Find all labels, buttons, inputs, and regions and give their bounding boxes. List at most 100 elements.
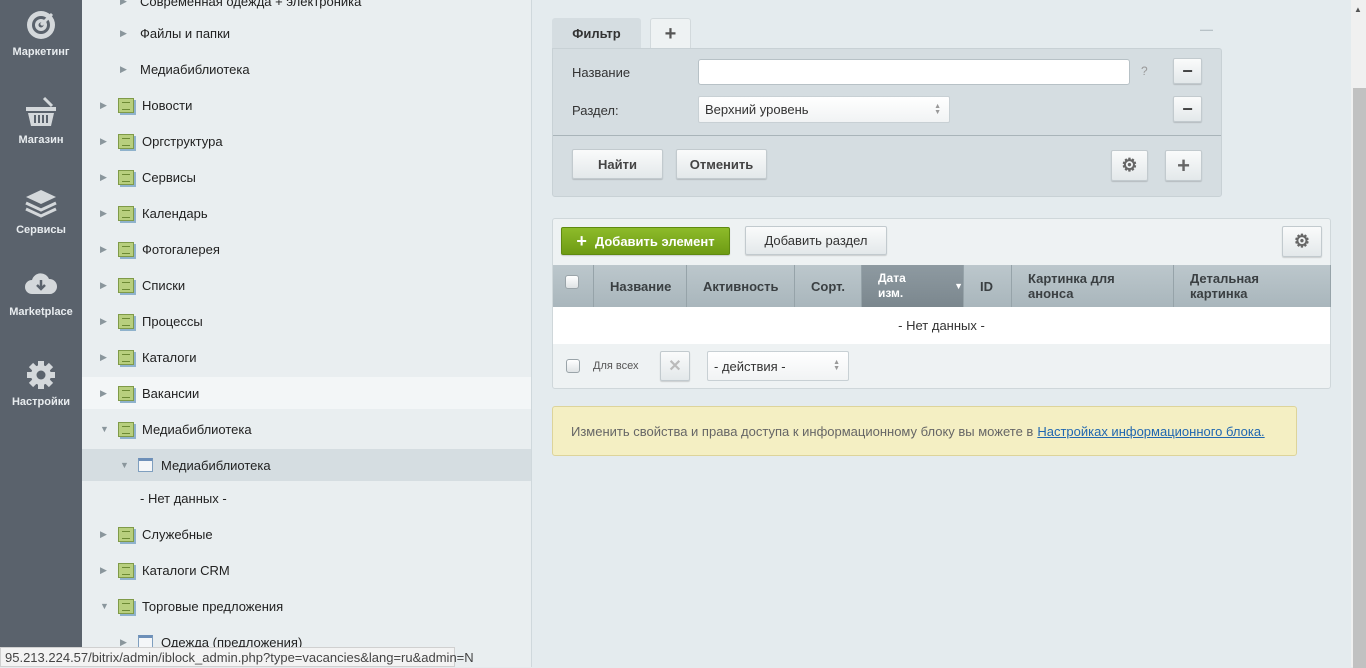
expand-arrow-icon[interactable]: ▶ [100, 136, 110, 147]
expand-arrow-icon[interactable]: ▶ [100, 316, 110, 327]
section-select[interactable]: Верхний уровень ▲ ▼ [698, 96, 950, 123]
add-section-button[interactable]: Добавить раздел [745, 226, 887, 255]
add-filter-field-button[interactable]: + [1165, 150, 1202, 181]
name-input[interactable] [698, 59, 1130, 85]
iblock-type-icon [118, 385, 134, 401]
expand-arrow-icon[interactable]: ▶ [100, 529, 110, 540]
tree-item[interactable]: ▶ Каталоги CRM [82, 554, 531, 586]
remove-section-field-button[interactable]: − [1173, 96, 1202, 122]
add-element-label: Добавить элемент [594, 233, 715, 249]
element-grid: + Добавить элемент Добавить раздел ⚙ Назв… [552, 218, 1331, 389]
menu-marketing[interactable]: Маркетинг [0, 8, 82, 58]
iblock-tree: ▶ Современная одежда + электроника ▶ Файлы … [82, 0, 532, 667]
tree-item[interactable]: ▶ Каталоги [82, 341, 531, 373]
select-arrows-icon: ▲ ▼ [833, 359, 840, 372]
tree-item-label: Сервисы [142, 169, 196, 185]
find-button[interactable]: Найти [572, 149, 663, 179]
name-label: Название [572, 65, 631, 80]
tree-item[interactable]: ▶ Фотогалерея [82, 233, 531, 265]
expand-arrow-icon[interactable]: ▶ [100, 100, 110, 111]
tree-item[interactable]: ▶ Оргструктура [82, 125, 531, 157]
add-filter-tab-button[interactable]: + [650, 18, 691, 49]
menu-label: Сервисы [16, 224, 66, 236]
tree-item[interactable]: ▶ Календарь [82, 197, 531, 229]
iblock-type-icon [118, 562, 134, 578]
menu-shop[interactable]: Магазин [0, 96, 82, 146]
menu-label: Маркетинг [12, 46, 70, 58]
iblock-icon [138, 458, 153, 472]
plus-icon: + [576, 230, 587, 251]
tree-item[interactable]: ▶ Современная одежда + электроника [82, 0, 531, 17]
scroll-up-icon[interactable]: ▲ [1354, 5, 1362, 14]
expand-arrow-icon[interactable]: ▶ [100, 208, 110, 219]
iblock-type-icon [118, 241, 134, 257]
header-select-all [553, 265, 594, 307]
tree-item[interactable]: ▼ Медиабиблиотека [82, 413, 531, 445]
gear-icon: ⚙ [1293, 231, 1311, 251]
column-preview-picture[interactable]: Картинка для анонса [1012, 265, 1174, 307]
tree-item-label: Каталоги CRM [142, 562, 230, 578]
tree-item[interactable]: ▼ Медиабиблиотека [82, 449, 531, 481]
expand-arrow-icon[interactable]: ▶ [100, 388, 110, 399]
collapse-arrow-icon[interactable]: ▼ [100, 424, 110, 434]
select-all-checkbox[interactable] [565, 275, 579, 289]
collapse-filter-button[interactable]: — [1200, 22, 1213, 37]
status-bar-url: 95.213.224.57/bitrix/admin/iblock_admin.… [0, 647, 474, 667]
collapse-arrow-icon[interactable]: ▼ [120, 460, 130, 470]
vertical-scrollbar[interactable]: ▲ [1351, 0, 1366, 668]
tree-item-label: Медиабиблиотека [140, 61, 250, 77]
expand-arrow-icon[interactable]: ▶ [100, 280, 110, 291]
tree-item[interactable]: - Нет данных - [82, 482, 531, 514]
expand-arrow-icon[interactable]: ▶ [120, 637, 130, 648]
tab-filter[interactable]: Фильтр [552, 18, 641, 49]
tree-item-label: Календарь [142, 205, 208, 221]
cancel-button[interactable]: Отменить [676, 149, 767, 179]
menu-marketplace[interactable]: Marketplace [0, 268, 82, 318]
column-sort[interactable]: Сорт. [795, 265, 862, 307]
iblock-type-icon [118, 526, 134, 542]
expand-arrow-icon[interactable]: ▶ [120, 28, 130, 39]
actions-value: - действия - [714, 358, 786, 374]
actions-select[interactable]: - действия - ▲ ▼ [707, 351, 849, 381]
info-note: Изменить свойства и права доступа к инфо… [552, 406, 1297, 456]
column-id[interactable]: ID [964, 265, 1012, 307]
expand-arrow-icon[interactable]: ▶ [120, 0, 130, 7]
tree-item[interactable]: ▶ Файлы и папки [82, 17, 531, 49]
iblock-type-icon [118, 349, 134, 365]
column-detail-picture[interactable]: Детальная картинка [1174, 265, 1331, 307]
expand-arrow-icon[interactable]: ▶ [100, 244, 110, 255]
note-text: Изменить свойства и права доступа к инфо… [571, 423, 1034, 439]
expand-arrow-icon[interactable]: ▶ [100, 565, 110, 576]
target-icon [27, 11, 55, 39]
delete-button[interactable]: ✕ [660, 351, 690, 381]
add-element-button[interactable]: + Добавить элемент [561, 227, 730, 255]
tree-item[interactable]: ▶ Сервисы [82, 161, 531, 193]
column-name[interactable]: Название [594, 265, 687, 307]
iblock-settings-link[interactable]: Настройках информационного блока. [1037, 424, 1264, 439]
tree-item[interactable]: ▶ Служебные [82, 518, 531, 550]
remove-name-field-button[interactable]: − [1173, 58, 1202, 84]
expand-arrow-icon[interactable]: ▶ [100, 352, 110, 363]
tree-item[interactable]: ▶ Вакансии [82, 377, 531, 409]
menu-settings[interactable]: Настройки [0, 358, 82, 408]
section-value: Верхний уровень [705, 102, 809, 117]
scrollbar-thumb[interactable] [1353, 88, 1366, 668]
tree-item[interactable]: ▶ Процессы [82, 305, 531, 337]
collapse-arrow-icon[interactable]: ▼ [100, 601, 110, 611]
column-active[interactable]: Активность [687, 265, 795, 307]
expand-arrow-icon[interactable]: ▶ [100, 172, 110, 183]
for-all-checkbox[interactable] [566, 359, 580, 373]
grid-settings-button[interactable]: ⚙ [1282, 226, 1322, 257]
tree-item[interactable]: ▶ Новости [82, 89, 531, 121]
expand-arrow-icon[interactable]: ▶ [120, 64, 130, 75]
tree-item[interactable]: ▶ Медиабиблиотека [82, 53, 531, 85]
menu-services[interactable]: Сервисы [0, 186, 82, 236]
filter-settings-button[interactable]: ⚙ [1111, 150, 1148, 181]
tree-item[interactable]: ▶ Списки [82, 269, 531, 301]
iblock-type-icon [118, 97, 134, 113]
tree-item-label: Фотогалерея [142, 241, 220, 257]
column-date-modified[interactable]: Дата изм. ▼ [862, 265, 964, 307]
tree-item[interactable]: ▼ Торговые предложения [82, 590, 531, 622]
help-icon[interactable]: ? [1141, 64, 1148, 78]
layers-icon [25, 190, 57, 218]
